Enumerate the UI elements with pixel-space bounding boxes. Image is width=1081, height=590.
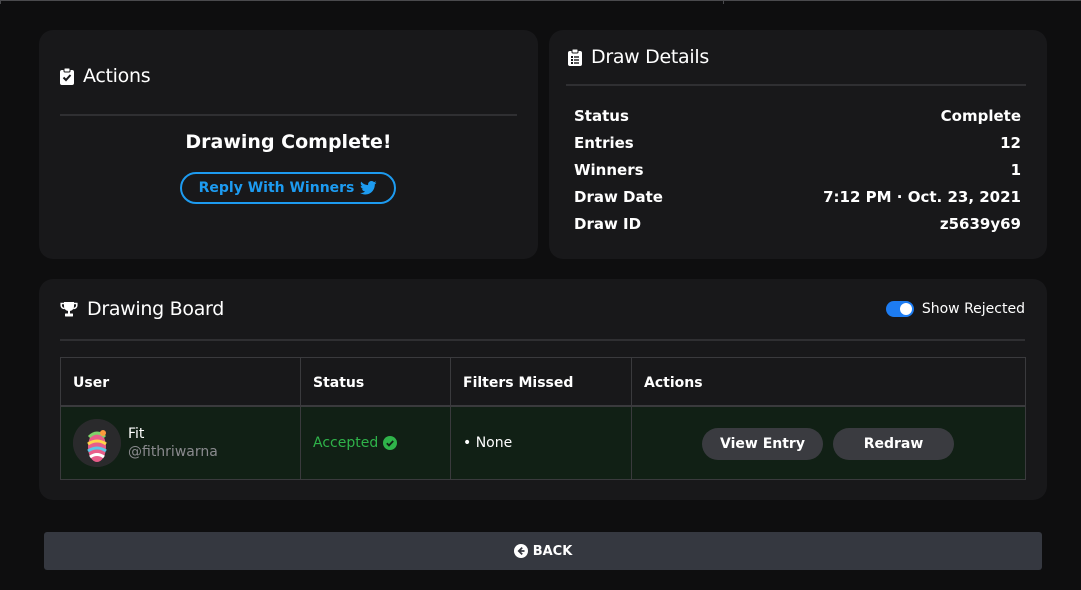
- status-cell: Accepted: [313, 407, 398, 479]
- drawing-board-card: Drawing Board Show Rejected User Status …: [39, 279, 1047, 500]
- entries-table: User Status Filters Missed Actions Fit @…: [60, 357, 1026, 480]
- detail-row-status: Status Complete: [574, 107, 1021, 125]
- drawing-board-title-text: Drawing Board: [87, 298, 224, 320]
- detail-value: 12: [1000, 134, 1021, 152]
- reply-with-winners-button[interactable]: Reply With Winners: [180, 172, 396, 204]
- column-header-actions: Actions: [644, 374, 703, 391]
- actions-card: Actions Drawing Complete! Reply With Win…: [39, 30, 538, 259]
- column-header-user: User: [73, 374, 110, 391]
- detail-label: Status: [574, 107, 629, 125]
- user-handle[interactable]: @fithriwarna: [128, 444, 218, 460]
- status-badge: Accepted: [313, 435, 398, 451]
- window-top-border: [0, 0, 1081, 4]
- column-header-status: Status: [313, 374, 365, 391]
- drawing-board-divider: [60, 339, 1025, 341]
- draw-details-card: Draw Details Status Complete Entries 12 …: [549, 30, 1047, 259]
- arrow-circle-left-icon: [513, 544, 528, 558]
- table-header: User Status Filters Missed Actions: [61, 358, 1025, 407]
- detail-label: Entries: [574, 134, 634, 152]
- trophy-icon: [60, 302, 78, 317]
- detail-value: 7:12 PM · Oct. 23, 2021: [823, 188, 1021, 206]
- detail-row-draw-date: Draw Date 7:12 PM · Oct. 23, 2021: [574, 188, 1021, 206]
- detail-row-entries: Entries 12: [574, 134, 1021, 152]
- detail-value: z5639y69: [939, 215, 1021, 233]
- back-button[interactable]: BACK: [44, 532, 1042, 570]
- drawing-board-title: Drawing Board: [60, 298, 224, 320]
- redraw-button[interactable]: Redraw: [833, 428, 954, 460]
- filters-missed-text: • None: [463, 435, 513, 451]
- status-text: Accepted: [313, 435, 379, 451]
- avatar-image: [73, 419, 121, 467]
- clipboard-check-icon: [60, 67, 74, 85]
- check-circle-icon: [383, 436, 398, 450]
- show-rejected-control[interactable]: Show Rejected: [885, 301, 1025, 317]
- actions-title: Actions: [60, 65, 151, 87]
- clipboard-list-icon: [568, 48, 582, 66]
- view-entry-button[interactable]: View Entry: [702, 428, 823, 460]
- show-rejected-toggle[interactable]: [885, 301, 914, 317]
- detail-value: 1: [1010, 161, 1021, 179]
- back-button-label: BACK: [532, 543, 573, 559]
- user-cell: Fit @fithriwarna: [73, 407, 218, 479]
- show-rejected-label: Show Rejected: [921, 301, 1025, 317]
- twitter-icon: [360, 181, 378, 195]
- user-name: Fit: [128, 426, 145, 442]
- user-info: Fit @fithriwarna: [128, 426, 218, 460]
- drawing-complete-message: Drawing Complete!: [185, 131, 392, 153]
- detail-value: Complete: [940, 107, 1021, 125]
- reply-with-winners-label: Reply With Winners: [198, 180, 355, 196]
- table-row: Fit @fithriwarna Accepted • None View En…: [61, 407, 1025, 479]
- detail-row-winners: Winners 1: [574, 161, 1021, 179]
- filters-missed-cell: • None: [463, 407, 512, 479]
- draw-details-title: Draw Details: [568, 46, 709, 68]
- detail-row-draw-id: Draw ID z5639y69: [574, 215, 1021, 233]
- avatar[interactable]: [73, 419, 121, 467]
- actions-divider: [60, 114, 517, 116]
- detail-label: Draw ID: [574, 215, 642, 233]
- draw-details-divider: [566, 84, 1026, 86]
- column-header-filters-missed: Filters Missed: [463, 374, 574, 391]
- actions-title-text: Actions: [83, 65, 151, 87]
- detail-label: Winners: [574, 161, 644, 179]
- draw-details-title-text: Draw Details: [591, 46, 709, 68]
- detail-label: Draw Date: [574, 188, 663, 206]
